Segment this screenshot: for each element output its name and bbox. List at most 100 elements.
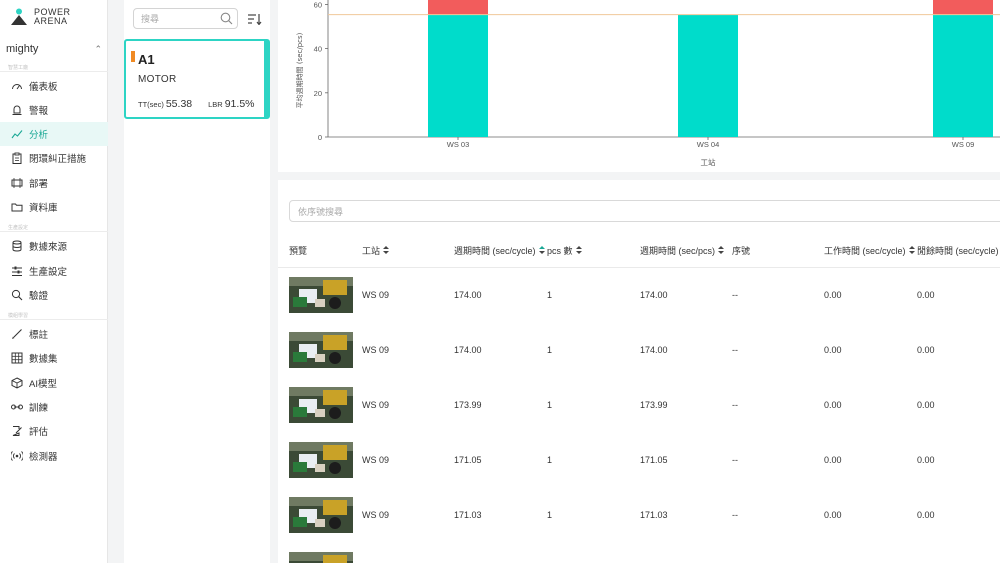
column-header-1[interactable]: 工站 [362, 244, 390, 257]
sidebar-item-3[interactable]: 閉環糾正措施 [0, 146, 108, 170]
divider [0, 71, 108, 72]
sidebar-item-13[interactable]: 評估 [0, 419, 108, 443]
sidebar-item-label: 分析 [29, 130, 49, 141]
cycle-preview-thumbnail[interactable] [289, 277, 353, 313]
cell-cycle: 173.99 [454, 400, 482, 410]
column-header-label: 序號 [732, 246, 751, 256]
sidebar-item-5[interactable]: 資料庫 [0, 195, 108, 219]
cell-pcs: 1 [547, 455, 553, 465]
settings-sliders-icon [11, 265, 23, 277]
cell-cycle: 174.00 [454, 345, 482, 355]
y-tick-label: 60 [314, 0, 322, 9]
power-arena-logo[interactable]: POWER ARENA [10, 8, 71, 26]
sidebar-item-7[interactable]: 生產設定 [0, 259, 108, 283]
brand-line-2: ARENA [34, 16, 68, 26]
station-search-input[interactable]: 搜尋 [133, 8, 238, 29]
sort-list-icon[interactable] [248, 13, 262, 26]
column-header-3[interactable]: pcs 數 [547, 244, 582, 257]
cell-station: WS 09 [362, 510, 390, 520]
table-row[interactable]: WS 09 171.05 1 171.05 -- 0.00 0.00 [278, 433, 1000, 488]
sidebar-item-label: 警報 [29, 106, 49, 117]
column-header-4[interactable]: 週期時間 (sec/pcs) [640, 244, 725, 257]
sidebar-item-10[interactable]: 數據集 [0, 346, 108, 370]
table-row[interactable]: WS 09 174.00 1 174.00 -- 0.00 0.00 [278, 323, 1000, 378]
cell-per_pcs: 171.03 [640, 510, 668, 520]
cell-cycle: 171.05 [454, 455, 482, 465]
column-header-2[interactable]: 週期時間 (sec/cycle) [454, 244, 545, 257]
folder-icon [11, 201, 23, 213]
cell-per_pcs: 171.05 [640, 455, 668, 465]
cycle-preview-thumbnail[interactable] [289, 332, 353, 368]
cell-per_pcs: 174.00 [640, 345, 668, 355]
search-icon [220, 12, 233, 27]
analytics-icon [11, 128, 23, 140]
sidebar-item-12[interactable]: 訓練 [0, 395, 108, 419]
column-header-6[interactable]: 工作時間 (sec/cycle) [824, 244, 915, 257]
sidebar-item-label: 生產設定 [29, 267, 68, 278]
cycle-preview-thumbnail[interactable] [289, 497, 353, 533]
sort-icon[interactable] [538, 246, 545, 255]
station-list-panel: 搜尋 A1 MOTOR TT(sec) 55.38 LBR 91.5% [124, 0, 270, 563]
sidebar-item-4[interactable]: 部署 [0, 171, 108, 195]
cell-pcs: 1 [547, 400, 553, 410]
bar-ws09-series-1 [933, 0, 993, 15]
sidebar-item-14[interactable]: 檢測器 [0, 444, 108, 468]
bar-ws09-series-0 [933, 14, 993, 138]
search-icon [11, 289, 23, 301]
table-row[interactable]: WS 09 171.03 1 171.03 -- 0.00 0.00 [278, 488, 1000, 543]
cell-idle: 0.00 [917, 400, 935, 410]
sensor-icon [11, 450, 23, 462]
sidebar-item-1[interactable]: 警報 [0, 98, 108, 122]
edit-doc-icon [11, 425, 23, 437]
sidebar-item-2[interactable]: 分析 [0, 122, 108, 146]
divider [0, 319, 108, 320]
station-card-a1[interactable]: A1 MOTOR TT(sec) 55.38 LBR 91.5% [124, 39, 270, 119]
sidebar-item-label: 儀表板 [29, 82, 58, 93]
table-row[interactable]: WS 09 174.00 1 174.00 -- 0.00 0.00 [278, 268, 1000, 323]
sidebar-item-label: 資料庫 [29, 203, 58, 214]
workspace-name: mighty [6, 43, 39, 55]
sidebar-item-0[interactable]: 儀表板 [0, 74, 108, 98]
column-header-label: 週期時間 (sec/cycle) [454, 246, 536, 256]
bar-ws03-series-1 [428, 0, 488, 15]
sidebar-item-9[interactable]: 標註 [0, 322, 108, 346]
alarm-icon [11, 104, 23, 116]
dumbbell-icon [11, 401, 23, 413]
table-row[interactable]: WS 09 173.99 1 173.99 -- 0.00 0.00 [278, 378, 1000, 433]
sidebar-item-label: 訓練 [29, 403, 49, 414]
cell-idle: 0.00 [917, 455, 935, 465]
clipboard-icon [11, 152, 23, 164]
tt-value: 55.38 [165, 98, 193, 110]
station-metrics: TT(sec) 55.38 LBR 91.5% [138, 98, 255, 110]
sidebar: POWER ARENA mighty ⌃ 智慧工廠 儀表板 警報 分析 閉環糾正措施部… [0, 0, 108, 563]
sidebar-item-11[interactable]: AI模型 [0, 371, 108, 395]
cell-work: 0.00 [824, 400, 842, 410]
cycle-preview-thumbnail[interactable] [289, 387, 353, 423]
sidebar-item-6[interactable]: 數據來源 [0, 234, 108, 258]
cycle-preview-thumbnail[interactable] [289, 442, 353, 478]
column-header-7[interactable]: 閒餘時間 (sec/cycle) [917, 244, 1000, 257]
sort-icon[interactable] [718, 246, 725, 255]
cell-serial: -- [732, 400, 738, 410]
section-label-production: 生產設定 [8, 225, 29, 231]
station-title: A1 [138, 52, 155, 67]
bar-ws04-series-0 [678, 14, 738, 138]
cell-work: 0.00 [824, 510, 842, 520]
sidebar-item-label: 部署 [29, 179, 49, 190]
cell-pcs: 1 [547, 345, 553, 355]
cell-serial: -- [732, 455, 738, 465]
cell-work: 0.00 [824, 455, 842, 465]
serial-search-input[interactable]: 依序號搜尋 [289, 200, 1000, 222]
station-status-flag [131, 51, 135, 62]
sort-icon[interactable] [908, 246, 915, 255]
sidebar-item-label: 數據集 [29, 354, 58, 365]
column-header-5: 序號 [732, 244, 750, 257]
cycle-preview-thumbnail[interactable] [289, 552, 353, 563]
sidebar-item-8[interactable]: 驗證 [0, 283, 108, 307]
x-tick-label: WS 09 [952, 140, 975, 149]
workspace-selector[interactable]: mighty ⌃ [6, 40, 102, 58]
cell-station: WS 09 [362, 455, 390, 465]
sort-icon[interactable] [575, 246, 582, 255]
column-header-0: 預覽 [289, 244, 307, 257]
sort-icon[interactable] [383, 246, 390, 255]
